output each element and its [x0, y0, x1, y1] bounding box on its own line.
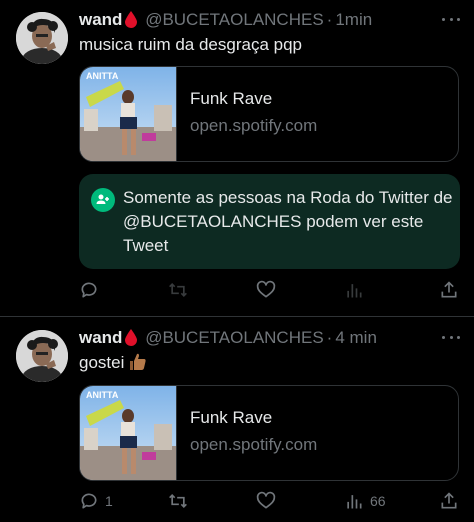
link-card[interactable]: ANITTA Funk Rave open.spotify.com — [79, 66, 459, 162]
timestamp[interactable]: 1min — [335, 10, 372, 29]
more-icon[interactable] — [442, 18, 460, 22]
album-cover-text: ANITTA — [86, 390, 119, 400]
circle-people-icon — [91, 188, 115, 212]
blood-drop-icon — [125, 329, 138, 353]
share-button[interactable] — [439, 490, 459, 512]
author-handle[interactable]: @BUCETAOLANCHES — [145, 10, 323, 29]
separator-dot: · — [326, 10, 333, 29]
share-icon — [439, 491, 459, 511]
more-icon[interactable] — [442, 336, 460, 340]
tweet-text-content: gostei — [79, 353, 125, 372]
tweet-header: wand @BUCETAOLANCHES · 1min — [79, 8, 372, 32]
reply-icon — [79, 280, 99, 300]
tweet-text: gostei — [79, 351, 148, 379]
share-button[interactable] — [439, 279, 459, 301]
album-cover-image: ANITTA — [80, 386, 177, 480]
avatar[interactable] — [16, 12, 68, 64]
like-icon — [255, 280, 277, 300]
reply-count: 1 — [105, 493, 113, 509]
tweet[interactable]: wand @BUCETAOLANCHES · 1min musica ruim da… — [0, 0, 474, 316]
album-cover-text: ANITTA — [86, 71, 119, 81]
like-button[interactable] — [255, 490, 283, 512]
reply-icon — [79, 491, 99, 511]
card-domain: open.spotify.com — [190, 116, 318, 135]
card-domain: open.spotify.com — [190, 435, 318, 454]
views-button[interactable] — [344, 279, 370, 301]
tweet-text: musica ruim da desgraça pqp — [79, 35, 303, 54]
like-icon — [255, 491, 277, 511]
blood-drop-icon — [125, 11, 138, 35]
tweet[interactable]: wand @BUCETAOLANCHES · 4 min gostei ANIT… — [0, 318, 474, 522]
reply-button[interactable] — [79, 279, 105, 301]
author-name[interactable]: wand — [79, 328, 122, 347]
views-icon — [344, 280, 364, 300]
twitter-circle-notice: Somente as pessoas na Roda do Twitter de… — [79, 174, 460, 269]
tweet-header: wand @BUCETAOLANCHES · 4 min — [79, 326, 377, 350]
separator-dot: · — [326, 328, 333, 347]
reply-button[interactable]: 1 — [79, 490, 113, 512]
album-cover-image: ANITTA — [80, 67, 177, 161]
thumbs-up-emoji — [128, 352, 148, 379]
tweet-divider — [0, 316, 474, 317]
author-handle[interactable]: @BUCETAOLANCHES — [145, 328, 323, 347]
views-icon — [344, 491, 364, 511]
avatar[interactable] — [16, 330, 68, 382]
retweet-button[interactable] — [167, 279, 195, 301]
author-name[interactable]: wand — [79, 10, 122, 29]
circle-notice-text: Somente as pessoas na Roda do Twitter de… — [123, 188, 453, 255]
views-count: 66 — [370, 493, 386, 509]
card-title: Funk Rave — [190, 89, 273, 108]
tweet-actions — [79, 279, 459, 301]
link-card[interactable]: ANITTA Funk Rave open.spotify.com — [79, 385, 459, 481]
card-title: Funk Rave — [190, 408, 273, 427]
views-button[interactable]: 66 — [344, 490, 386, 512]
tweet-actions: 1 66 — [79, 490, 459, 512]
retweet-button[interactable] — [167, 490, 195, 512]
like-button[interactable] — [255, 279, 283, 301]
timestamp[interactable]: 4 min — [335, 328, 377, 347]
share-icon — [439, 280, 459, 300]
retweet-icon — [167, 280, 189, 300]
retweet-icon — [167, 491, 189, 511]
